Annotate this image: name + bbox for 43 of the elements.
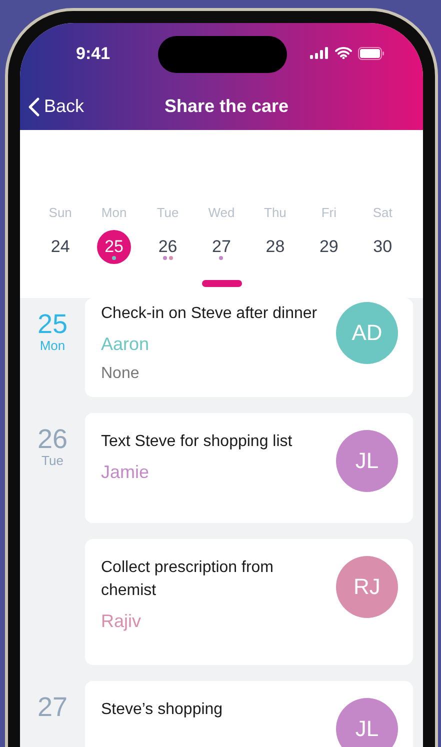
agenda-weekday: Tue	[42, 453, 64, 468]
battery-icon	[358, 46, 385, 60]
task-card[interactable]: Check-in on Steve after dinner Aaron None AD	[85, 298, 413, 397]
task-card[interactable]: Collect prescription from chemist Rajiv RJ	[85, 539, 413, 665]
agenda-weekday: Mon	[40, 338, 66, 353]
drag-handle[interactable]	[202, 280, 242, 287]
task-note: None	[101, 364, 140, 384]
avatar: JL	[336, 698, 398, 747]
task-title: Collect prescription from chemist	[101, 558, 274, 601]
weekday-label: Tue	[156, 205, 179, 222]
agenda-date: 25	[37, 310, 68, 338]
task-title: Text Steve for shopping list	[101, 432, 294, 452]
task-card[interactable]: Text Steve for shopping list Jamie JL	[85, 413, 413, 523]
calendar-date[interactable]: 30	[366, 230, 400, 264]
agenda-date: 26	[37, 425, 68, 453]
back-button[interactable]: Back	[28, 96, 84, 117]
weekday-label: Sat	[372, 205, 392, 222]
avatar: AD	[336, 302, 398, 364]
weekday-label: Fri	[321, 205, 336, 222]
calendar-date[interactable]: 24	[43, 230, 78, 264]
assignee-name: Jamie	[101, 461, 150, 484]
status-time: 9:41	[76, 43, 110, 64]
calendar-date[interactable]: 26	[150, 230, 185, 264]
avatar: RJ	[336, 556, 398, 618]
calendar-date[interactable]: 27	[204, 230, 238, 264]
signal-icon	[310, 47, 329, 59]
assignee-name: Aaron	[101, 333, 150, 356]
screen-title: Share the care	[164, 96, 289, 117]
task-card[interactable]: Steve’s shopping JL	[85, 681, 413, 747]
weekday-label: Thu	[264, 205, 286, 222]
calendar-date[interactable]: 25	[97, 230, 132, 264]
avatar: JL	[336, 430, 398, 492]
calendar-date[interactable]: 29	[312, 230, 346, 264]
calendar-date[interactable]: 28	[258, 230, 292, 264]
task-title: Steve’s shopping	[101, 700, 224, 720]
task-title: Check-in on Steve after dinner	[101, 304, 318, 324]
weekday-label: Sun	[48, 205, 72, 222]
chevron-left-icon	[28, 96, 40, 116]
agenda-date: 27	[37, 693, 68, 721]
assignee-name: Rajiv	[101, 610, 142, 633]
weekday-label: Mon	[101, 205, 127, 222]
wifi-icon	[335, 47, 352, 59]
weekday-label: Wed	[208, 205, 235, 222]
